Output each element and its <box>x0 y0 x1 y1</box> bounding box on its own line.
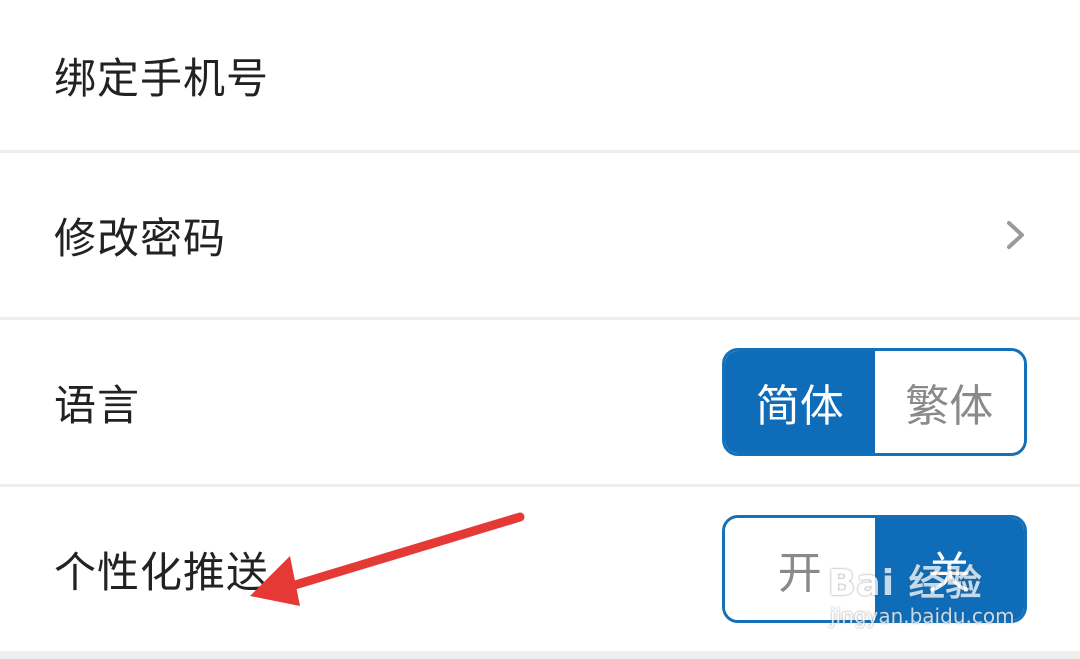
language-segmented-control: 简体 繁体 <box>722 348 1027 456</box>
language-simplified-option[interactable]: 简体 <box>725 351 875 453</box>
bind-phone-row[interactable]: 绑定手机号 <box>0 0 1080 150</box>
push-off-option[interactable]: 关 <box>874 518 1024 620</box>
chevron-right-icon <box>987 215 1027 255</box>
personalized-push-row: 个性化推送 开 关 <box>0 487 1080 651</box>
change-password-row[interactable]: 修改密码 <box>0 153 1080 317</box>
language-label: 语言 <box>54 380 141 430</box>
settings-list: 绑定手机号 修改密码 语言 简体 繁体 个性化推送 开 关 <box>0 0 1080 659</box>
push-segmented-control: 开 关 <box>722 515 1027 623</box>
bottom-divider <box>0 651 1080 659</box>
language-traditional-option[interactable]: 繁体 <box>874 351 1024 453</box>
language-row: 语言 简体 繁体 <box>0 320 1080 484</box>
change-password-label: 修改密码 <box>54 213 227 263</box>
push-on-option[interactable]: 开 <box>725 518 875 620</box>
personalized-push-label: 个性化推送 <box>54 547 270 597</box>
bind-phone-label: 绑定手机号 <box>54 53 270 103</box>
